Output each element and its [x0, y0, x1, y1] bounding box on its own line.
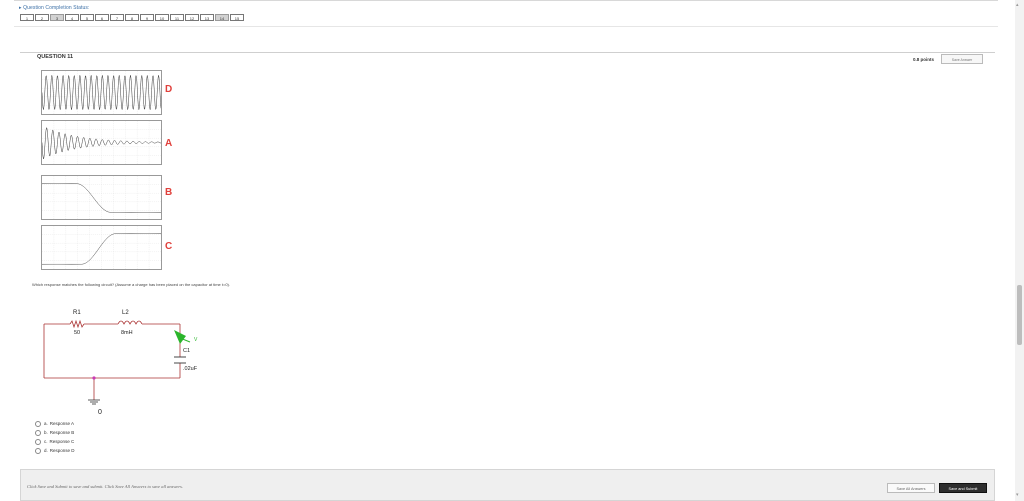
question-navigator: 1 2 3 4 5 6 7 8 9 10 11 12 13 14 15 — [20, 14, 244, 21]
question-nav-14[interactable]: 14 — [215, 14, 229, 21]
question-nav-10[interactable]: 10 — [155, 14, 169, 21]
response-label-c: C — [165, 241, 173, 252]
response-label-a: A — [165, 138, 173, 149]
question-nav-5[interactable]: 5 — [80, 14, 94, 21]
scrollbar-thumb[interactable] — [1017, 285, 1022, 345]
question-nav-6[interactable]: 6 — [95, 14, 109, 21]
response-plot-d — [41, 70, 162, 115]
capacitor-c1 — [174, 356, 186, 364]
answer-options: a. Response Ab. Response Bc. Response Cd. Re… — [35, 419, 75, 455]
inductor-l2 — [117, 320, 143, 325]
node-dot — [92, 376, 96, 380]
option-label: Response B — [49, 430, 75, 435]
radio-button[interactable] — [35, 447, 41, 454]
answer-option[interactable]: c. Response C — [35, 437, 75, 446]
question-nav-4[interactable]: 4 — [65, 14, 79, 21]
question-points: 0.8 points — [913, 57, 935, 62]
scroll-up-icon[interactable]: ▴ — [1016, 2, 1019, 8]
question-nav-13[interactable]: 13 — [200, 14, 214, 21]
question-divider — [20, 52, 995, 53]
r1-label: R1 — [73, 310, 81, 316]
question-nav-15[interactable]: 15 — [230, 14, 244, 21]
radio-button[interactable] — [35, 420, 41, 427]
response-plot-a — [41, 120, 162, 165]
radio-button[interactable] — [35, 438, 41, 445]
answer-option[interactable]: d. Response D — [35, 446, 75, 455]
response-label-d: D — [165, 84, 173, 95]
save-all-answers-button[interactable]: Save All Answers — [887, 483, 935, 493]
question-text: Which response matches the following cir… — [32, 282, 230, 287]
save-answer-button[interactable]: Save Answer — [941, 54, 983, 64]
save-and-submit-button[interactable]: Save and Submit — [939, 483, 987, 493]
question-nav-11[interactable]: 11 — [170, 14, 184, 21]
answer-option[interactable]: b. Response B — [35, 428, 75, 437]
question-nav-9[interactable]: 9 — [140, 14, 154, 21]
option-key: c. — [44, 439, 48, 444]
submit-help-text: Click Save and Submit to save and submit… — [27, 484, 183, 489]
option-label: Response A — [49, 421, 75, 426]
c1-value: .02uF — [183, 366, 198, 372]
circuit-diagram: V R1 50 L2 8mH C1 .02uF 0 — [43, 310, 198, 415]
question-nav-2[interactable]: 2 — [35, 14, 49, 21]
response-label-b: B — [165, 187, 173, 198]
scrollbar-track[interactable] — [1015, 0, 1024, 501]
option-label: Response C — [49, 439, 75, 444]
question-nav-12[interactable]: 12 — [185, 14, 199, 21]
question-nav-8[interactable]: 8 — [125, 14, 139, 21]
ground-label: 0 — [98, 409, 102, 415]
scroll-down-icon[interactable]: ▾ — [1016, 492, 1019, 498]
question-title: QUESTION 11 — [37, 54, 74, 60]
question-nav-1[interactable]: 1 — [20, 14, 34, 21]
option-key: a. — [44, 421, 48, 426]
answer-option[interactable]: a. Response A — [35, 419, 75, 428]
l2-value: 8mH — [121, 330, 133, 336]
l2-label: L2 — [122, 310, 129, 316]
response-plot-c — [41, 225, 162, 270]
c1-label: C1 — [183, 348, 190, 354]
option-label: Response D — [49, 448, 75, 453]
submit-area: Click Save and Submit to save and submit… — [20, 469, 995, 501]
divider — [14, 26, 998, 27]
top-border — [14, 0, 998, 1]
ground-symbol — [88, 399, 100, 405]
completion-status[interactable]: ▸ Question Completion Status: — [19, 5, 89, 11]
radio-button[interactable] — [35, 429, 41, 436]
question-nav-3[interactable]: 3 — [50, 14, 64, 21]
question-nav-7[interactable]: 7 — [110, 14, 124, 21]
r1-value: 50 — [74, 330, 80, 336]
option-key: d. — [44, 448, 48, 453]
probe-mark: V — [194, 337, 198, 343]
completion-status-label: Question Completion Status: — [23, 5, 90, 11]
resistor-r1 — [69, 319, 85, 329]
option-key: b. — [44, 430, 48, 435]
response-plot-b — [41, 175, 162, 220]
